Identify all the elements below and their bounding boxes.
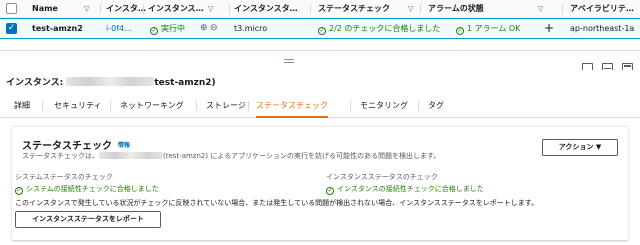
drag-handle-icon[interactable] <box>284 59 294 60</box>
system-status-value: ✓ システムの接続性チェックに合格しました <box>15 185 159 195</box>
table-row[interactable]: ✓ test-amzn2 i-0f4… ✓ 実行中 ⊕ ⊖ t3.micro ✓ 2… <box>0 18 640 39</box>
info-link[interactable]: 情報 <box>118 142 130 149</box>
redacted-instance-id <box>99 152 163 159</box>
instance-status-value: ✓ インスタンスの接続性チェックに合格しました <box>326 185 484 195</box>
select-all-checkbox[interactable] <box>6 3 17 14</box>
instance-detail-panel: インスタンス: test-amzn2) 詳細 セキュリティ ネットワーキング ス… <box>0 70 640 245</box>
zoom-in-icon[interactable]: ⊕ <box>200 19 208 38</box>
instances-table: Name ▽ インスタ… インスタンス… ▽ インスタンスタ… ステータスチェッ… <box>0 0 640 50</box>
column-availability-zone[interactable]: アベイラビリテ… <box>570 0 640 18</box>
sort-icon: ▽ <box>208 5 214 13</box>
report-note: このインスタンスで発生している状況がチェックに反映されていない場合、または発生し… <box>15 199 539 207</box>
instance-id-link[interactable]: i-0f4… <box>106 19 132 38</box>
tab-tags[interactable]: タグ <box>428 94 444 118</box>
check-circle-icon: ✓ <box>15 187 23 195</box>
tab-monitoring[interactable]: モニタリング <box>360 94 408 118</box>
column-instance-type[interactable]: インスタンスタ… <box>234 0 308 18</box>
column-instance-state[interactable]: インスタンス… ▽ <box>148 0 228 18</box>
redacted-instance-id <box>66 77 155 86</box>
alarm-ok-icon: ✓ <box>456 27 464 35</box>
instance-name: test-amzn2 <box>32 24 83 33</box>
column-status-check[interactable]: ステータスチェック ▽ <box>318 0 418 18</box>
running-status-icon: ✓ <box>150 27 158 35</box>
instance-type: t3.micro <box>234 24 268 33</box>
status-check-card: ステータスチェック 情報 ステータスチェックは、 (test-amzn2) によるア… <box>12 126 628 240</box>
card-title: ステータスチェック 情報 <box>22 141 131 152</box>
system-status-label: システムステータスのチェック <box>15 173 113 181</box>
column-name[interactable]: Name ▽ <box>32 0 102 18</box>
check-circle-icon: ✓ <box>326 187 334 195</box>
tab-security[interactable]: セキュリティ <box>54 94 102 118</box>
card-description: ステータスチェックは、 (test-amzn2) によるアプリケーションの実行を妨… <box>22 152 441 160</box>
detail-title: インスタンス: test-amzn2) <box>6 77 216 88</box>
tab-storage[interactable]: ストレージ <box>206 94 246 118</box>
row-checkbox[interactable]: ✓ <box>6 23 17 34</box>
column-instance-id[interactable]: インスタ… <box>106 0 146 18</box>
detail-tabs: 詳細 セキュリティ ネットワーキング ストレージ ステータスチェック モニタリン… <box>0 94 640 118</box>
instance-status-label: インスタンスステータスのチェック <box>326 173 438 181</box>
report-instance-status-button[interactable]: インスタンスステータスをレポート <box>15 211 161 228</box>
tab-status-checks[interactable]: ステータスチェック <box>256 94 328 118</box>
zoom-out-icon[interactable]: ⊖ <box>210 19 218 38</box>
availability-zone: ap-northeast-1a <box>570 24 635 33</box>
alarm-status-link[interactable]: ✓ 1 アラーム OK <box>456 19 520 38</box>
add-alarm-icon[interactable]: + <box>544 19 554 38</box>
sort-icon: ▽ <box>538 5 544 13</box>
instance-state: ✓ 実行中 <box>150 24 185 35</box>
sort-icon: ▽ <box>84 5 90 13</box>
tab-details[interactable]: 詳細 <box>14 94 30 118</box>
actions-button[interactable]: アクション ▼ <box>542 139 618 156</box>
table-header: Name ▽ インスタ… インスタンス… ▽ インスタンスタ… ステータスチェッ… <box>0 0 640 18</box>
status-check-value: ✓ 2/2 のチェックに合格しました <box>318 24 441 35</box>
pane-splitter[interactable] <box>0 50 640 74</box>
tab-networking[interactable]: ネットワーキング <box>120 94 184 118</box>
sort-icon: ▽ <box>408 5 414 13</box>
column-alarm-status[interactable]: アラームの状態 ▽ <box>428 0 548 18</box>
status-ok-icon: ✓ <box>318 27 326 35</box>
